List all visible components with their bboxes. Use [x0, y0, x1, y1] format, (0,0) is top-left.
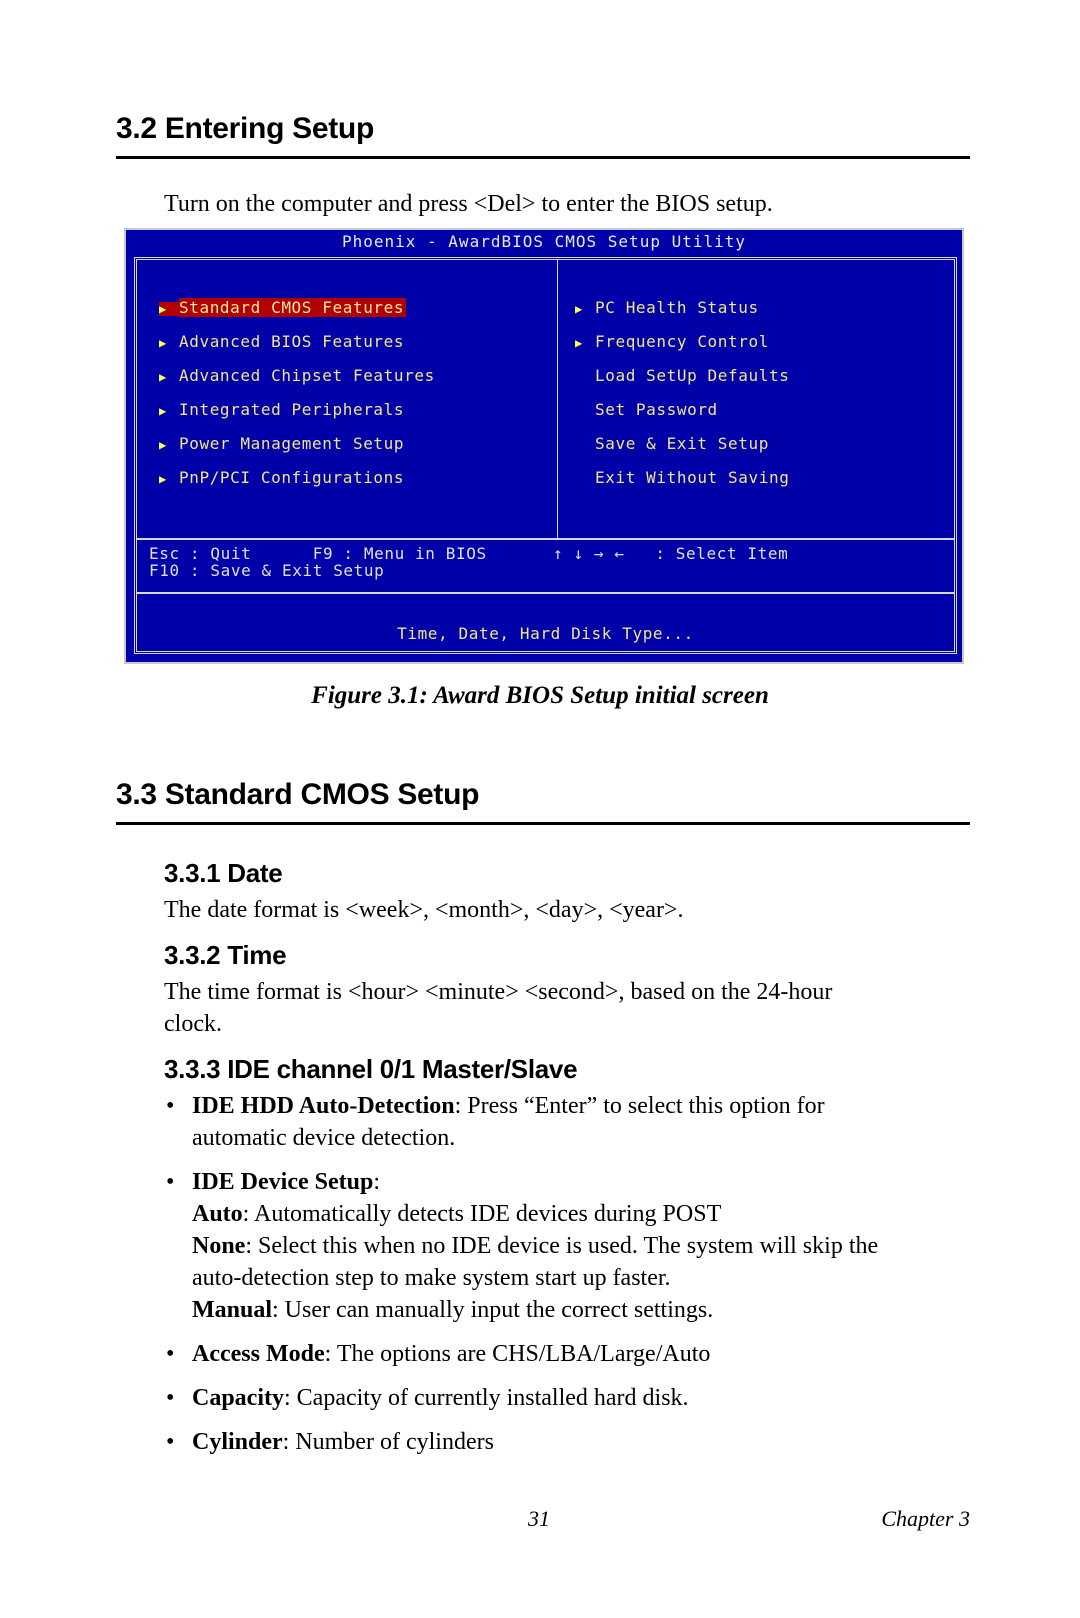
bios-menu-item-load-defaults[interactable]: Load SetUp Defaults — [595, 366, 789, 385]
bullet-icon: • — [166, 1093, 175, 1119]
subheading-ide-channel: 3.3.3 IDE channel 0/1 Master/Slave — [164, 1054, 578, 1084]
submenu-arrow-icon: ▶ — [159, 438, 167, 452]
heading-rule — [116, 156, 970, 159]
figure-caption: Figure 3.1: Award BIOS Setup initial scr… — [311, 682, 769, 709]
submenu-arrow-icon: ▶ — [159, 370, 167, 384]
bullet-icon: • — [166, 1341, 175, 1367]
bios-menu-item-exit-without-saving[interactable]: Exit Without Saving — [595, 468, 789, 487]
list-item-cylinder: • Cylinder: Number of cylinders — [166, 1426, 494, 1458]
bios-menu-item-pc-health[interactable]: ▶ PC Health Status — [575, 298, 759, 317]
bullet-icon: • — [166, 1169, 175, 1195]
date-paragraph: The date format is <week>, <month>, <day… — [164, 897, 684, 923]
submenu-arrow-icon: ▶ — [159, 336, 167, 350]
submenu-arrow-icon: ▶ — [575, 336, 583, 350]
bios-menu-item-standard-cmos[interactable]: ▶ Standard CMOS Features — [159, 298, 407, 317]
bios-frame: ▶ Standard CMOS Features ▶ Advanced BIOS F… — [134, 257, 957, 654]
bios-key-hints-line2: F10 : Save & Exit Setup — [149, 561, 385, 580]
heading-rule — [116, 822, 970, 825]
list-item-ide-hdd-auto-detection: • IDE HDD Auto-Detection: Press “Enter” … — [166, 1090, 825, 1154]
chapter-label: Chapter 3 — [881, 1506, 970, 1531]
bios-menu-item-advanced-bios[interactable]: ▶ Advanced BIOS Features — [159, 332, 404, 351]
option-none: None: Select this when no IDE device is … — [192, 1233, 879, 1259]
list-item-capacity: • Capacity: Capacity of currently instal… — [166, 1382, 689, 1414]
bios-title: Phoenix - AwardBIOS CMOS Setup Utility — [341, 232, 747, 251]
section-heading-entering-setup: 3.2 Entering Setup — [116, 112, 374, 145]
bios-column-divider — [557, 260, 558, 538]
bios-key-hints-line1: Esc : Quit F9 : Menu in BIOS — [149, 544, 487, 563]
subheading-time: 3.3.2 Time — [164, 940, 287, 970]
bios-menu-item-frequency-control[interactable]: ▶ Frequency Control — [575, 332, 769, 351]
list-item-ide-device-setup: • IDE Device Setup: Auto: Automatically … — [166, 1166, 879, 1326]
bios-menu-item-advanced-chipset[interactable]: ▶ Advanced Chipset Features — [159, 366, 435, 385]
bios-divider — [137, 538, 954, 540]
bullet-icon: • — [166, 1385, 175, 1411]
bios-menu-item-power-management[interactable]: ▶ Power Management Setup — [159, 434, 404, 453]
submenu-arrow-icon: ▶ — [159, 472, 167, 486]
bios-menu-item-set-password[interactable]: Set Password — [595, 400, 718, 419]
bios-key-hints-navigation: ↑ ↓ → ← : Select Item — [553, 544, 789, 563]
page-number: 31 — [528, 1506, 550, 1531]
bios-menu-item-pnp-pci[interactable]: ▶ PnP/PCI Configurations — [159, 468, 404, 487]
subheading-date: 3.3.1 Date — [164, 858, 283, 888]
bios-divider — [137, 592, 954, 594]
bullet-icon: • — [166, 1429, 175, 1455]
bios-menu-item-integrated-peripherals[interactable]: ▶ Integrated Peripherals — [159, 400, 404, 419]
option-auto: Auto: Automatically detects IDE devices … — [192, 1201, 722, 1227]
bios-help-text: Time, Date, Hard Disk Type... — [397, 624, 694, 643]
intro-paragraph: Turn on the computer and press <Del> to … — [164, 191, 773, 217]
time-paragraph-line1: The time format is <hour> <minute> <seco… — [164, 979, 833, 1005]
option-manual: Manual: User can manually input the corr… — [192, 1297, 714, 1323]
submenu-arrow-icon: ▶ — [159, 302, 179, 316]
submenu-arrow-icon: ▶ — [159, 404, 167, 418]
submenu-arrow-icon: ▶ — [575, 302, 583, 316]
time-paragraph-line2: clock. — [164, 1011, 222, 1037]
section-heading-standard-cmos: 3.3 Standard CMOS Setup — [116, 778, 480, 811]
bios-menu-item-save-exit[interactable]: Save & Exit Setup — [595, 434, 769, 453]
bios-setup-screen: Phoenix - AwardBIOS CMOS Setup Utility ▶… — [124, 228, 964, 664]
list-item-access-mode: • Access Mode: The options are CHS/LBA/L… — [166, 1338, 710, 1370]
